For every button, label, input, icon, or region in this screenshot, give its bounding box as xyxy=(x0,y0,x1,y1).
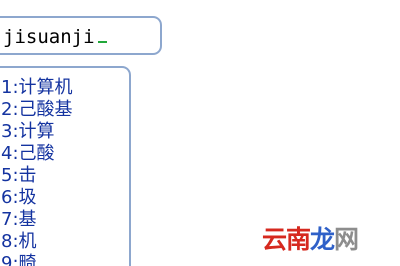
candidate-item[interactable]: 9:畸 xyxy=(1,253,73,266)
candidate-item[interactable]: 7:基 xyxy=(1,209,73,231)
candidate-item[interactable]: 3:计算 xyxy=(1,121,73,143)
ime-composition-window: jisuanji xyxy=(0,16,162,55)
watermark-part: 云南 xyxy=(262,225,311,254)
composition-input[interactable]: jisuanji xyxy=(3,25,107,49)
candidate-item[interactable]: 1:计算机 xyxy=(1,77,73,99)
watermark-part: 龙 xyxy=(310,225,335,254)
candidate-item[interactable]: 2:己酸基 xyxy=(1,99,73,121)
candidate-item[interactable]: 4:己酸 xyxy=(1,143,73,165)
candidate-list: 1:计算机 2:己酸基 3:计算 4:己酸 5:击 6:圾 7:基 8:机 9:… xyxy=(1,77,73,266)
candidate-item[interactable]: 5:击 xyxy=(1,165,73,187)
candidate-item[interactable]: 8:机 xyxy=(1,231,73,253)
text-caret xyxy=(97,41,107,43)
ime-candidate-window: 1:计算机 2:己酸基 3:计算 4:己酸 5:击 6:圾 7:基 8:机 9:… xyxy=(0,66,131,266)
candidate-item[interactable]: 6:圾 xyxy=(1,187,73,209)
ime-screen: jisuanji 1:计算机 2:己酸基 3:计算 4:己酸 5:击 6:圾 7… xyxy=(0,0,400,266)
watermark-part: 网 xyxy=(334,225,359,254)
composition-text: jisuanji xyxy=(3,26,95,48)
site-watermark: 云南龙网 xyxy=(262,225,359,254)
